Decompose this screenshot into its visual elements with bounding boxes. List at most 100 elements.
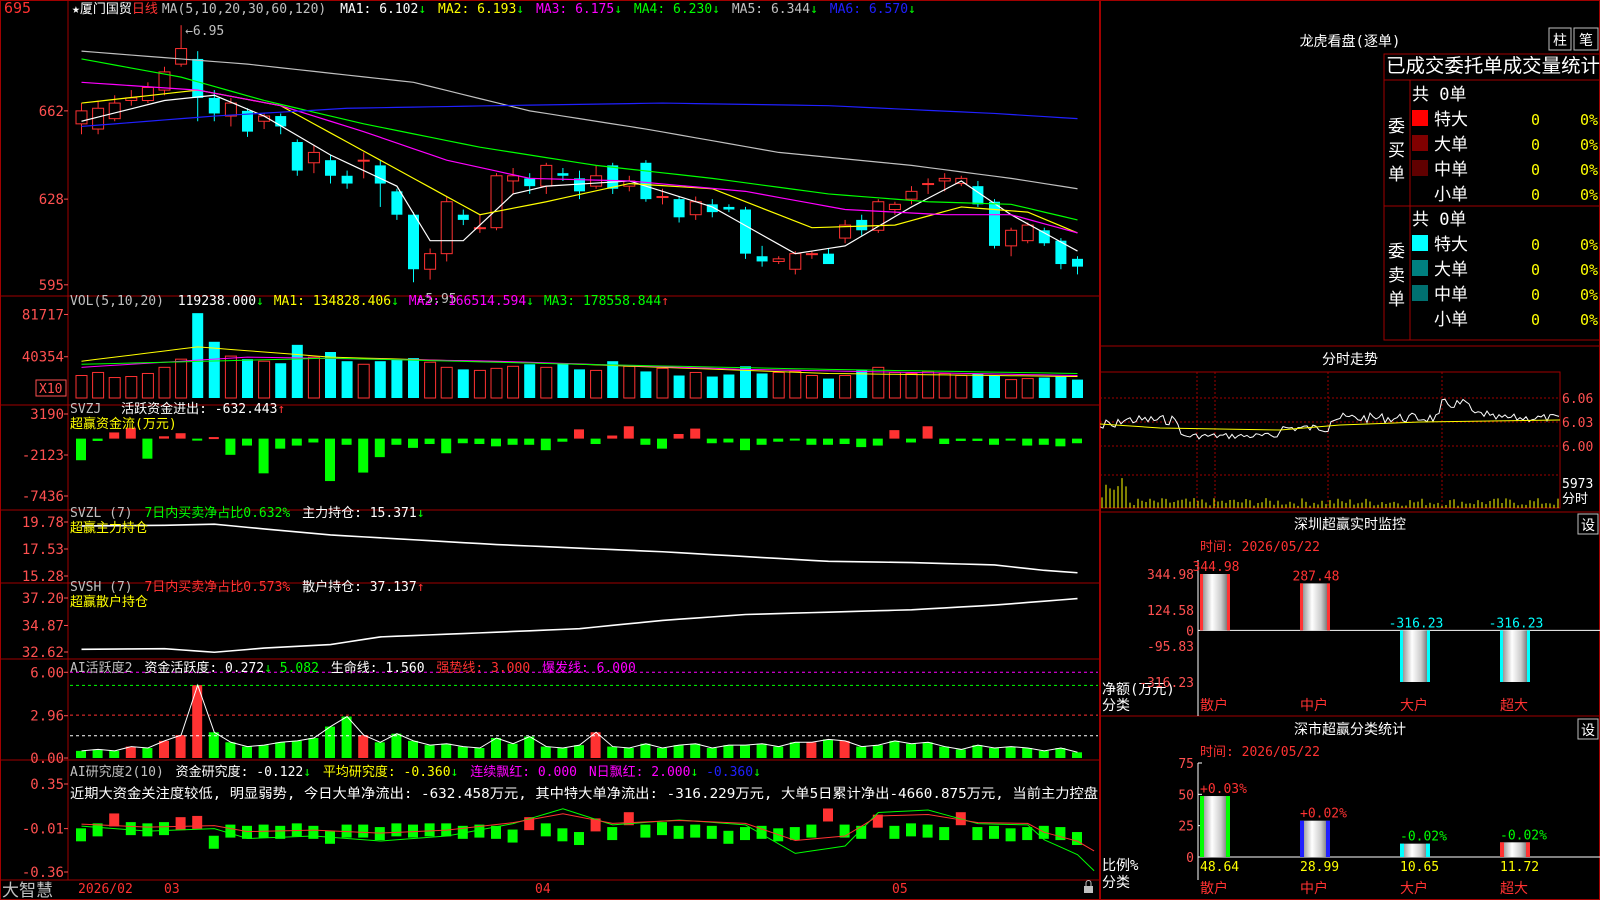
ma1-label: MA1: 6.102 — [340, 2, 418, 17]
candle-body — [590, 175, 603, 187]
svzl-tick-0: 19.78 — [22, 515, 64, 531]
candle-body — [905, 190, 918, 200]
vol-bar — [789, 370, 802, 399]
candle-body — [408, 214, 419, 270]
ma6-arrow: ↓ — [908, 2, 916, 17]
vol-bar — [723, 374, 735, 398]
svzl-panel[interactable]: 19.78 17.53 15.28 — [22, 515, 1078, 585]
monitor-tick-0: 344.98 — [1147, 568, 1194, 583]
volume-panel[interactable]: 81717 40354 X10 — [22, 307, 1083, 399]
svzj-bar — [557, 438, 568, 442]
lock-icon[interactable] — [1084, 880, 1093, 894]
ai-active-line — [81, 683, 1078, 753]
svzj-bar — [706, 438, 717, 444]
y-tick-label-top: 695 — [4, 0, 31, 17]
vol-bar — [540, 366, 553, 399]
ma-params: MA(5,10,20,30,60,120) — [162, 2, 326, 17]
vol-bar — [208, 341, 220, 398]
ai-research-bar — [159, 822, 169, 836]
monitor-title: 深圳超赢实时监控 — [1294, 516, 1406, 533]
ai-active-bar — [823, 739, 833, 758]
ai-research-avg-arrow: ↓ — [451, 765, 459, 780]
ma3-label: MA3: 6.175 — [536, 2, 614, 17]
svzj-bar — [159, 436, 169, 439]
ai-active-bar — [706, 748, 717, 758]
stat-bar-edge — [1400, 843, 1404, 857]
ai-active-bar — [507, 743, 518, 758]
ai-active-bar — [806, 742, 817, 758]
ai-research-bar — [391, 823, 402, 837]
stat-tick-2: 25 — [1178, 820, 1194, 835]
monitor-bar-edge — [1427, 630, 1430, 682]
monitor-category-3: 超大 — [1500, 698, 1528, 714]
candle-body — [557, 173, 569, 176]
vol-ma2: MA2: 166514.594 — [409, 294, 527, 309]
buy-row-count: 0 — [1531, 186, 1540, 204]
svzj-panel[interactable]: 3190 -2123 -7436 — [22, 407, 1082, 505]
svzj-bar — [590, 438, 601, 445]
ai-research-note: 近期大资金关注度较低, 明显弱势, 今日大单净流出: -632.458万元, 其… — [70, 785, 1098, 802]
candle-body — [756, 256, 768, 262]
ai-research-bar — [574, 832, 584, 846]
svzj-bar — [657, 438, 667, 449]
svsh-panel[interactable]: 37.20 34.87 32.62 — [22, 591, 1078, 661]
ai-research-bar — [557, 828, 568, 842]
stock-name[interactable]: 厦门国贸 — [80, 2, 132, 17]
ai-research-bar — [806, 824, 817, 838]
vol-bar — [689, 371, 702, 399]
sell-row-pct: 0% — [1580, 286, 1598, 304]
ai-research-bar — [657, 822, 667, 836]
ai-research-bar — [125, 822, 136, 836]
price-tick-1: 628 — [39, 192, 64, 208]
sell-row-name: 特大 — [1434, 235, 1468, 255]
svzj-arrow: ↑ — [277, 402, 285, 417]
period-label[interactable]: 日线 — [132, 2, 158, 17]
sell-label-char: 卖 — [1388, 266, 1405, 286]
vol-bar — [673, 375, 685, 398]
svzj-tick-1: -2123 — [22, 448, 64, 464]
ai-active-bar — [175, 735, 186, 758]
candle-body — [888, 203, 901, 211]
svzj-bar — [1022, 438, 1033, 446]
ma6-label: MA6: 6.570 — [830, 2, 908, 17]
candle-body — [457, 214, 469, 220]
main-chart-area[interactable]: 662628595←6.95←5.95 8171740354X10 3190-2… — [0, 0, 1100, 900]
svzl-tick-2: 15.28 — [22, 569, 64, 585]
monitor-value-1: 287.48 — [1293, 569, 1340, 584]
stat-chart[interactable]: 75 50 25 0 +0.03% 48.64 散户 +0.02% 28.99 中户 -0.02% 1… — [1178, 757, 1600, 897]
svzj-bar — [491, 438, 501, 447]
vol-ma3-arrow: ↑ — [661, 294, 669, 309]
zhu-button-label: 柱 — [1553, 33, 1567, 49]
vol-bar — [557, 363, 569, 398]
ai-active-bar — [1038, 750, 1049, 758]
svzl-label: 主力持仓: 15.371 — [302, 506, 417, 521]
ai-active-bar — [524, 736, 535, 758]
ai-active-title: AI活跃度2 — [70, 660, 132, 676]
ai-active-bar — [109, 750, 120, 758]
date-label-05: 05 — [892, 882, 908, 897]
svzl-line — [81, 523, 1078, 574]
monitor-bar-edge — [1500, 630, 1503, 682]
ai-research-streak: 连续飘红: 0.000 — [470, 764, 577, 780]
svzj-bar — [789, 438, 800, 441]
ai-active-bar — [540, 746, 551, 758]
monitor-chart[interactable]: 344.98 124.58 0-95.83 -316.23 344.98 散户 287.48… — [1139, 560, 1600, 716]
ai-research-tick-0: 0.35 — [30, 777, 64, 793]
ai-research-bar — [1022, 827, 1033, 841]
buy-color-swatch — [1412, 160, 1428, 176]
ai-active-tick-0: 6.00 — [30, 665, 64, 681]
buy-row-pct: 0% — [1580, 186, 1598, 204]
buy-row-name: 特大 — [1434, 110, 1468, 130]
ai-research-bar — [706, 825, 717, 839]
price-panel[interactable]: 662628595←6.95←5.95 — [39, 24, 1083, 307]
intraday-chart[interactable]: 6.06 6.03 6.00 5973分时 — [1100, 371, 1593, 509]
vol-value: 119238.000 — [178, 294, 256, 309]
stat-bar-1 — [1300, 820, 1330, 857]
buy-row-count: 0 — [1531, 111, 1540, 129]
ai-active-label: 资金活跃度: 0.272 — [144, 660, 264, 676]
candle-body — [740, 209, 751, 254]
ai-active-panel[interactable]: 6.00 2.96 0.00 — [30, 665, 1098, 767]
svzj-bar — [889, 430, 900, 439]
intraday-price-line — [1100, 398, 1560, 440]
svzj-bar — [989, 438, 999, 445]
